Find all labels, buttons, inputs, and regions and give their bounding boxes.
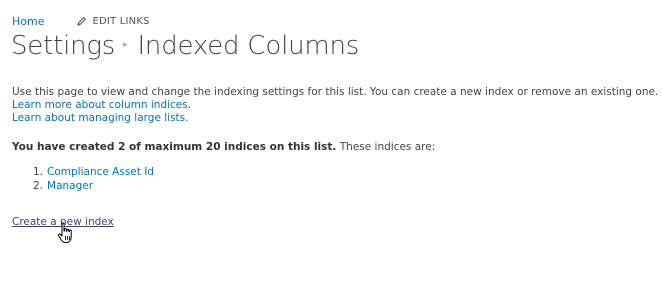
indices-summary: You have created 2 of maximum 20 indices… xyxy=(12,141,435,153)
list-item: 1. Compliance Asset Id xyxy=(33,165,154,179)
home-link[interactable]: Home xyxy=(12,15,44,28)
breadcrumb-separator-icon: ▸ xyxy=(123,39,128,50)
edit-links-label: EDIT LINKS xyxy=(92,15,150,27)
learn-large-lists-link[interactable]: Learn about managing large lists. xyxy=(12,112,189,124)
list-item: 2. Manager xyxy=(33,179,154,193)
index-link-compliance-asset-id[interactable]: Compliance Asset Id xyxy=(47,165,154,179)
indices-count-text: You have created 2 of maximum 20 indices… xyxy=(12,141,337,153)
list-item-number: 2. xyxy=(33,180,44,192)
index-link-manager[interactable]: Manager xyxy=(47,179,93,193)
top-navigation: Home EDIT LINKS xyxy=(12,13,150,29)
list-item-number: 1. xyxy=(33,166,44,178)
breadcrumb-current: Indexed Columns xyxy=(137,31,360,61)
indices-intro-text: These indices are: xyxy=(336,141,436,153)
page: Home EDIT LINKS Settings ▸ Indexed Columns… xyxy=(0,0,663,305)
page-description: Use this page to view and change the ind… xyxy=(12,86,658,125)
learn-column-indices-link[interactable]: Learn more about column indices. xyxy=(12,99,191,111)
breadcrumb-settings[interactable]: Settings xyxy=(11,31,115,61)
pencil-icon xyxy=(77,16,87,26)
hand-pointer-cursor-icon xyxy=(57,222,72,243)
indices-list: 1. Compliance Asset Id 2. Manager xyxy=(33,165,154,193)
edit-links-button[interactable]: EDIT LINKS xyxy=(77,16,149,27)
page-title: Settings ▸ Indexed Columns xyxy=(11,31,359,61)
description-text: Use this page to view and change the ind… xyxy=(12,86,659,98)
